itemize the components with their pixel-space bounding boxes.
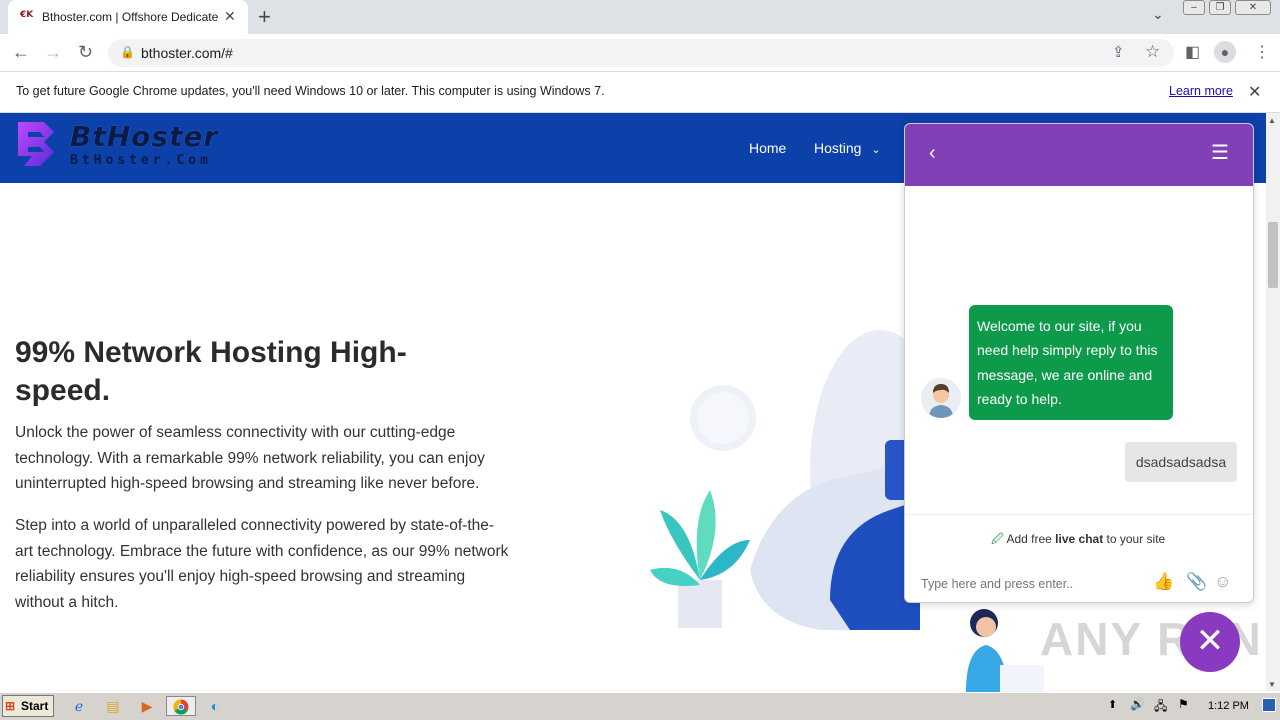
- share-icon[interactable]: ⇪: [1112, 43, 1125, 61]
- windows-logo-icon: ⊞: [5, 699, 16, 713]
- volume-icon[interactable]: 🔊: [1130, 697, 1145, 711]
- taskbar-clock[interactable]: 1:12 PM: [1208, 700, 1249, 712]
- add-live-chat-link[interactable]: 🖉 Add free live chat to your site: [991, 530, 1165, 551]
- chat-divider: [905, 514, 1253, 515]
- nav-hosting[interactable]: Hosting ⌄: [814, 140, 881, 156]
- show-desktop-button[interactable]: [1262, 698, 1276, 712]
- cloud-illustration: [650, 330, 920, 630]
- hero-paragraph-1: Unlock the power of seamless connectivit…: [15, 424, 485, 492]
- chrome-icon: [173, 699, 189, 715]
- brand-subtitle: BtHoster.Com: [70, 153, 212, 168]
- url-text[interactable]: bthoster.com/#: [141, 45, 233, 61]
- browser-tab[interactable]: €K Bthoster.com | Offshore Dedicated S ✕: [8, 0, 248, 34]
- infobar-message: To get future Google Chrome updates, you…: [16, 84, 605, 98]
- live-chat-widget: ‹ ☰ Welcome to our site, if you need hel…: [904, 123, 1254, 603]
- scroll-down-icon[interactable]: ▼: [1268, 680, 1276, 689]
- restore-button[interactable]: ❐: [1209, 0, 1231, 15]
- new-tab-button[interactable]: +: [258, 4, 271, 30]
- promo-prefix: Add free: [1006, 532, 1056, 546]
- hero-paragraph-2: Step into a world of unparalleled connec…: [15, 517, 509, 611]
- scrollbar-thumb[interactable]: [1268, 222, 1278, 288]
- network-icon[interactable]: 🖧: [1154, 697, 1167, 718]
- reload-icon[interactable]: ↻: [78, 42, 93, 63]
- side-panel-icon[interactable]: ◧: [1185, 42, 1200, 62]
- file-explorer-icon[interactable]: ▤: [102, 696, 124, 716]
- close-chat-button[interactable]: ✕: [1180, 612, 1240, 672]
- chevron-down-icon: ⌄: [871, 144, 881, 156]
- profile-avatar-icon[interactable]: ●: [1214, 41, 1236, 63]
- tab-title: Bthoster.com | Offshore Dedicated S: [42, 10, 218, 24]
- livechat-logo-icon: 🖉: [991, 532, 1004, 546]
- close-infobar-icon[interactable]: ✕: [1248, 82, 1261, 102]
- scroll-up-icon[interactable]: ▲: [1268, 116, 1276, 125]
- start-button[interactable]: ⊞ Start: [2, 695, 54, 717]
- minimize-button[interactable]: –: [1183, 0, 1205, 15]
- emoji-icon[interactable]: ☺: [1214, 572, 1231, 592]
- tray-arrow-icon[interactable]: ⬆: [1108, 698, 1117, 711]
- favicon-icon: €K: [20, 10, 34, 20]
- address-bar[interactable]: [108, 39, 1174, 67]
- close-window-button[interactable]: ✕: [1235, 0, 1271, 15]
- nav-home[interactable]: Home: [749, 140, 786, 156]
- user-message-bubble: dsadsadsadsa: [1125, 442, 1237, 482]
- tab-search-icon[interactable]: ⌄: [1152, 6, 1164, 23]
- nav-hosting-label: Hosting: [814, 140, 862, 156]
- lock-icon[interactable]: 🔒: [120, 45, 135, 59]
- edge-icon[interactable]: ◐: [204, 696, 226, 716]
- attachment-icon[interactable]: 📎: [1186, 572, 1207, 592]
- learn-more-link[interactable]: Learn more: [1169, 84, 1233, 98]
- chat-back-icon[interactable]: ‹: [929, 142, 936, 165]
- woman-illustration: [966, 609, 1044, 692]
- agent-avatar-icon: [921, 378, 961, 418]
- media-player-icon[interactable]: ▶: [136, 696, 158, 716]
- start-label: Start: [21, 699, 49, 713]
- close-tab-icon[interactable]: ✕: [224, 8, 236, 25]
- hero-headline: 99% Network Hosting High-speed.: [15, 336, 407, 407]
- back-icon[interactable]: ←: [12, 42, 30, 63]
- action-center-flag-icon[interactable]: ⚑: [1178, 697, 1189, 711]
- chrome-taskbar-icon[interactable]: [166, 696, 196, 716]
- page-scrollbar[interactable]: [1266, 113, 1280, 691]
- bthoster-logo-icon[interactable]: [14, 118, 58, 170]
- internet-explorer-icon[interactable]: ℯ: [68, 696, 90, 716]
- chat-header: [905, 124, 1253, 186]
- promo-bold: live chat: [1055, 532, 1104, 546]
- chat-message-input[interactable]: [921, 574, 1141, 594]
- agent-avatar: [921, 378, 961, 418]
- menu-kebab-icon[interactable]: ⋮: [1254, 42, 1270, 62]
- agent-message-bubble: Welcome to our site, if you need help si…: [969, 305, 1173, 421]
- forward-icon[interactable]: →: [44, 42, 62, 63]
- chat-menu-icon[interactable]: ☰: [1211, 140, 1229, 165]
- promo-suffix: to your site: [1103, 532, 1166, 546]
- thumbs-up-icon[interactable]: 👍: [1153, 572, 1174, 592]
- brand-name[interactable]: BtHoster: [70, 120, 218, 153]
- bookmark-star-icon[interactable]: ☆: [1145, 42, 1160, 62]
